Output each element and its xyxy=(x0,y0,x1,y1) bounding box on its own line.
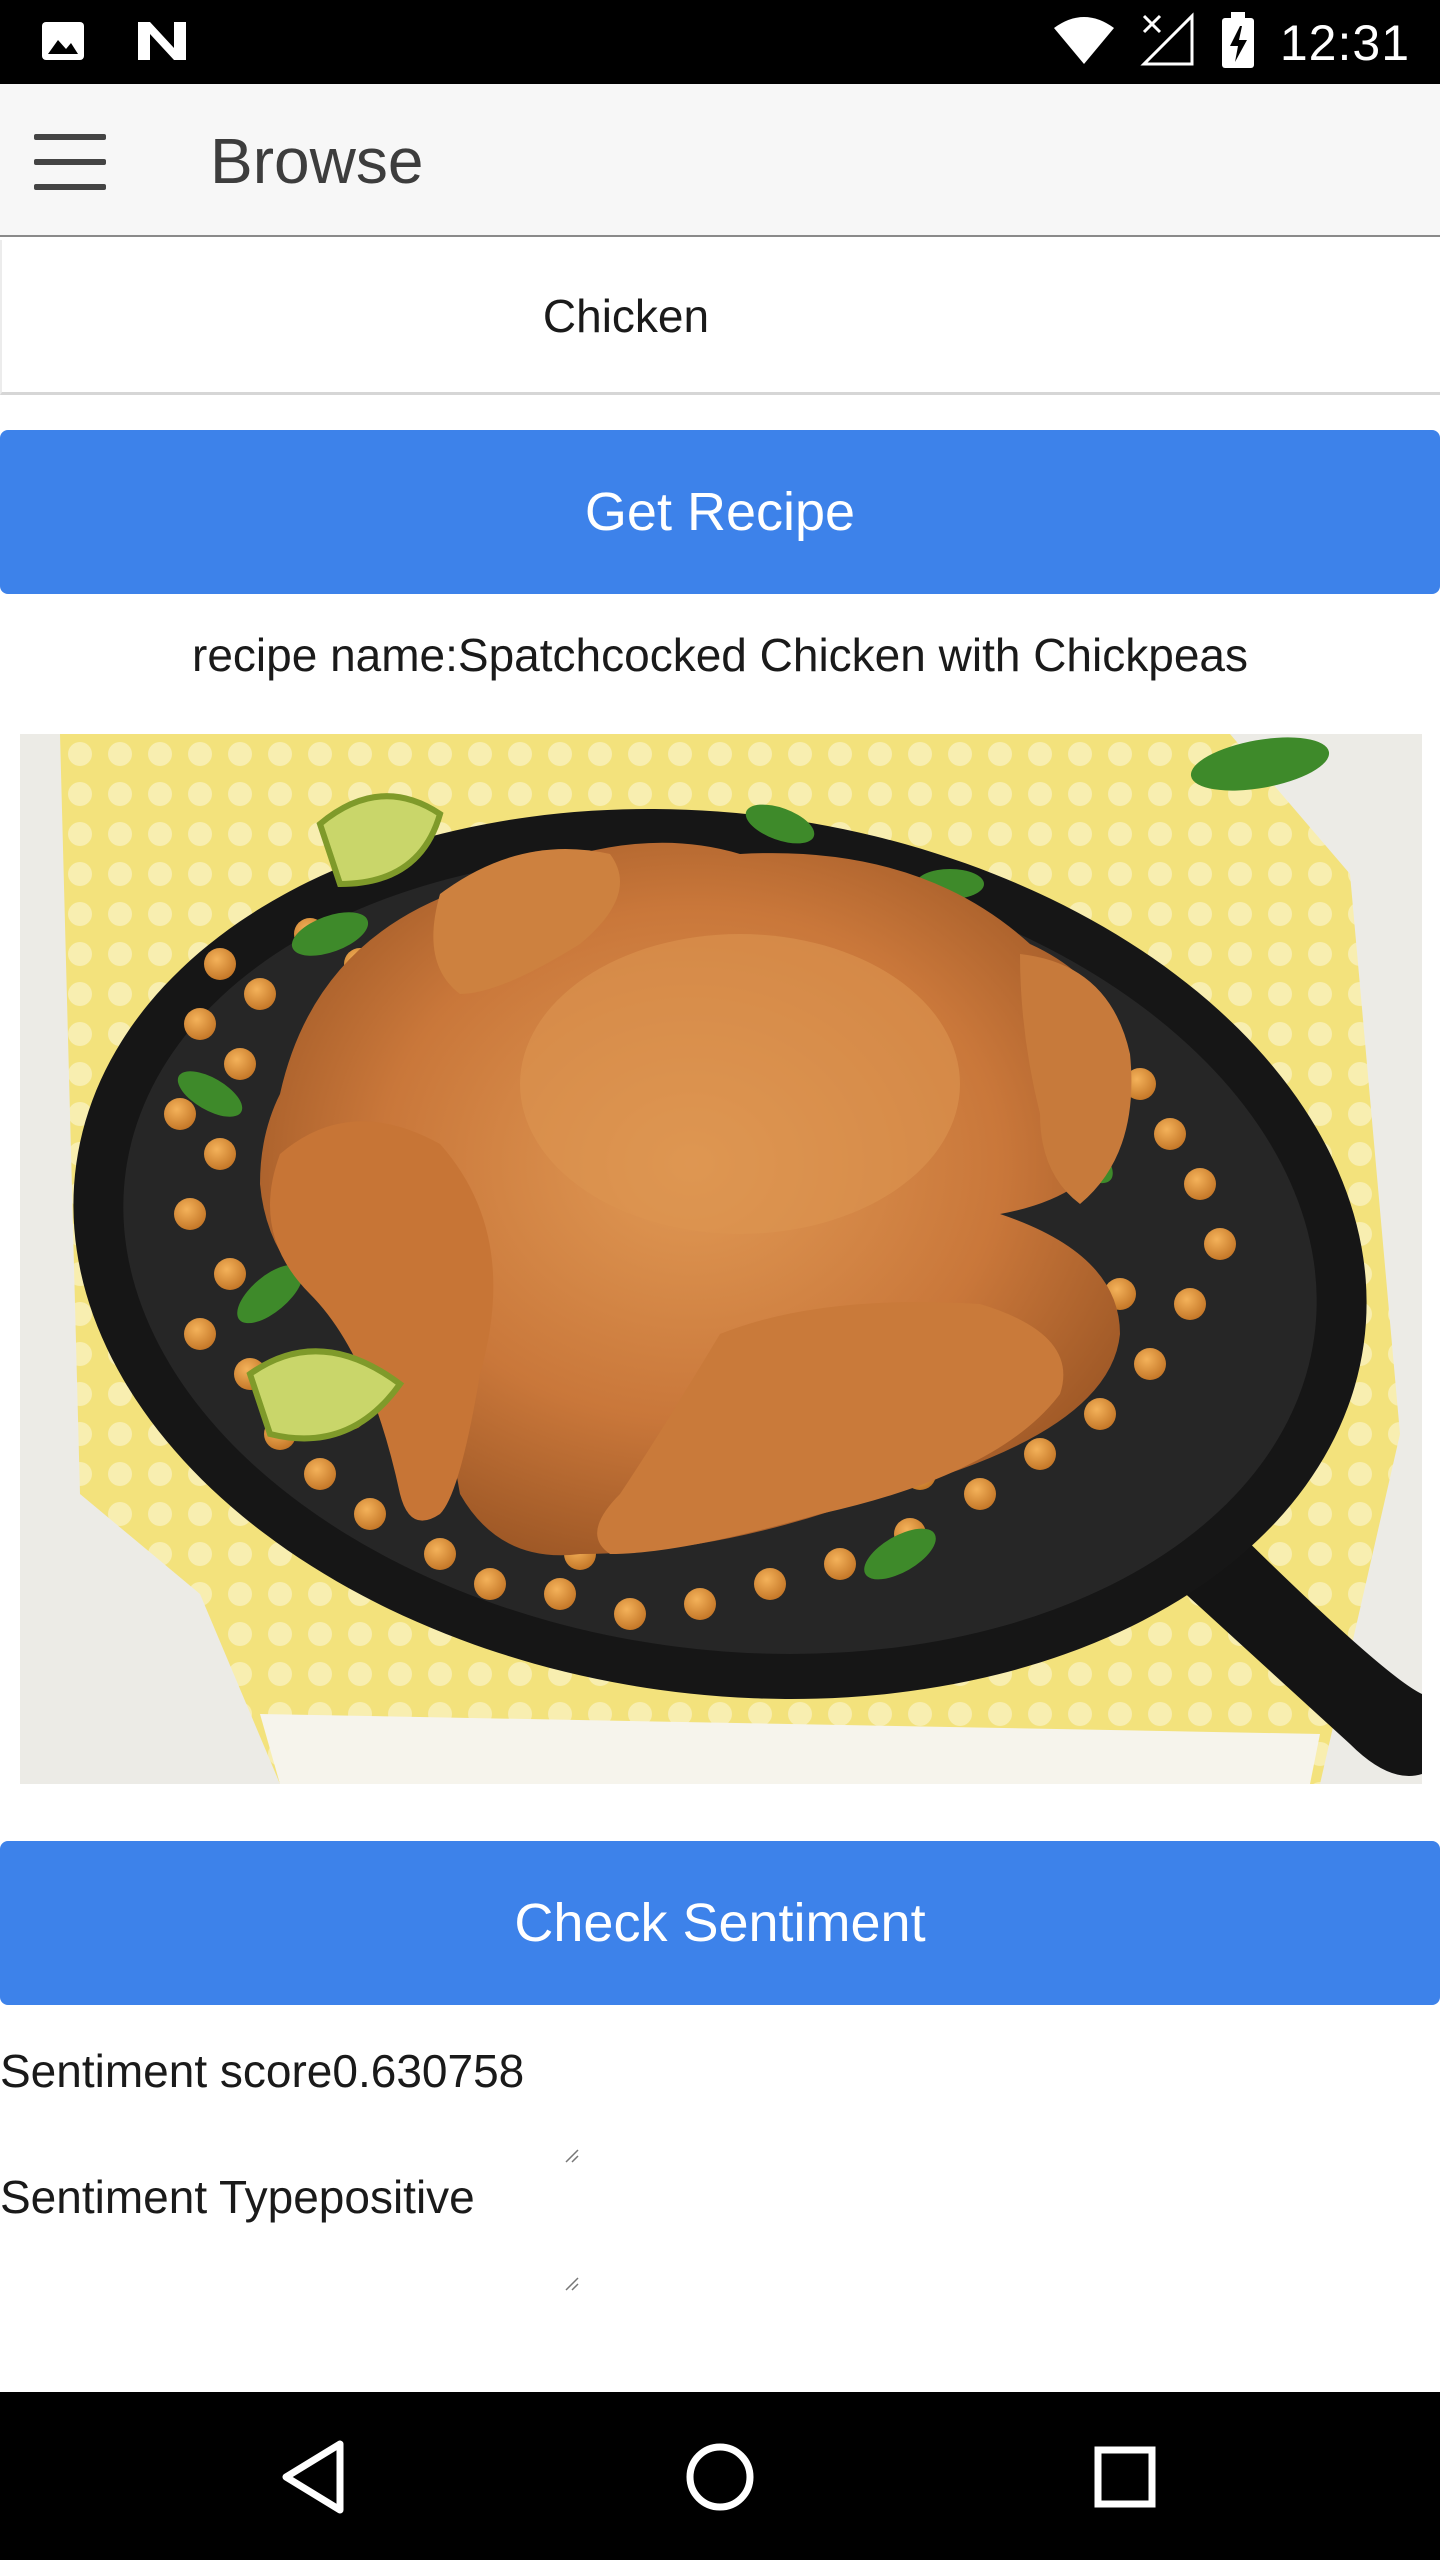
navigation-bar xyxy=(0,2392,1440,2560)
sentiment-type-text: Sentiment Typepositive xyxy=(0,2171,475,2223)
search-input[interactable] xyxy=(2,240,1440,392)
battery-charging-icon xyxy=(1220,10,1256,75)
no-signal-icon xyxy=(1140,12,1196,73)
back-icon[interactable] xyxy=(270,2432,360,2522)
image-icon xyxy=(40,18,86,69)
status-time: 12:31 xyxy=(1279,14,1410,71)
wifi-icon xyxy=(1052,12,1116,73)
resize-handle-icon[interactable] xyxy=(564,2276,580,2292)
n-icon xyxy=(136,18,188,69)
get-recipe-button[interactable]: Get Recipe xyxy=(0,430,1440,594)
recipe-image xyxy=(20,734,1422,1784)
search-field-container xyxy=(0,240,1440,395)
recipe-name: recipe name:Spatchcocked Chicken with Ch… xyxy=(192,629,1248,681)
recipe-photo xyxy=(20,734,1422,1784)
recents-icon[interactable] xyxy=(1080,2432,1170,2522)
status-bar: 12:31 xyxy=(0,0,1440,84)
check-sentiment-button[interactable]: Check Sentiment xyxy=(0,1841,1440,2005)
sentiment-score-text: Sentiment score0.630758 xyxy=(0,2045,525,2097)
hamburger-menu-icon[interactable] xyxy=(34,134,106,190)
resize-handle-icon[interactable] xyxy=(564,2148,580,2164)
app-bar: Browse xyxy=(0,84,1440,237)
page-title: Browse xyxy=(210,125,424,197)
home-icon[interactable] xyxy=(675,2432,765,2522)
